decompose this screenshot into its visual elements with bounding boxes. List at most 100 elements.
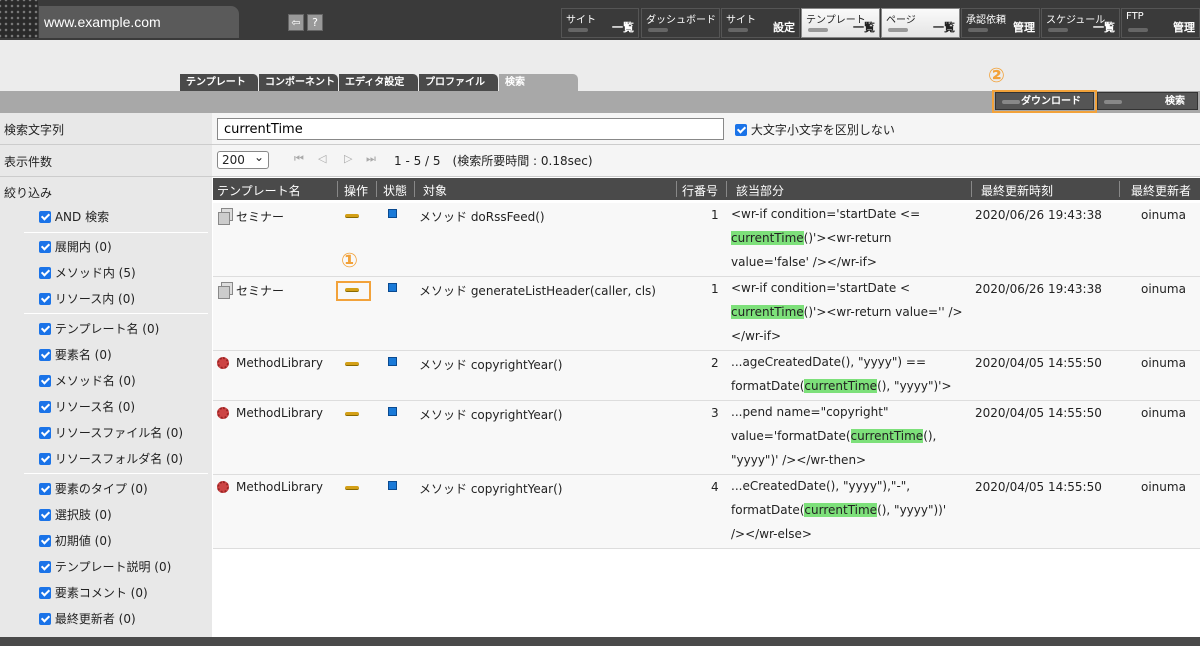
method-library-icon bbox=[217, 407, 229, 419]
th-operation: 操作 bbox=[344, 184, 369, 198]
status-icon bbox=[388, 481, 397, 490]
prev-page-icon[interactable]: ◁ bbox=[318, 152, 326, 165]
matched-part-line: value='formatDate(currentTime(), bbox=[731, 429, 937, 443]
download-highlight bbox=[992, 90, 1097, 113]
line-number: 3 bbox=[711, 406, 719, 420]
nav-template-list[interactable]: テンプレート 一覧 bbox=[801, 8, 880, 38]
template-name[interactable]: MethodLibrary bbox=[236, 356, 323, 370]
checkbox-checked-icon bbox=[735, 124, 747, 136]
template-page-icon bbox=[218, 282, 233, 299]
target: メソッド copyrightYear() bbox=[419, 408, 563, 422]
target: メソッド doRssFeed() bbox=[419, 210, 545, 224]
edit-operation-icon[interactable] bbox=[345, 362, 359, 366]
th-line-number[interactable]: 行番号 bbox=[682, 182, 718, 199]
status-icon bbox=[388, 357, 397, 366]
matched-part-line: currentTime()'><wr-return value='' /> bbox=[731, 305, 963, 319]
edit-operation-icon[interactable] bbox=[345, 214, 359, 218]
th-last-updater[interactable]: 最終更新者 bbox=[1131, 182, 1191, 199]
last-updated: 2020/06/26 19:43:38 bbox=[975, 208, 1102, 222]
search-button[interactable]: 検索 bbox=[1097, 92, 1198, 110]
nav-dashboard[interactable]: ダッシュボード bbox=[641, 8, 720, 38]
tab-template[interactable]: テンプレート bbox=[180, 74, 258, 91]
logo-grid-icon[interactable] bbox=[0, 0, 38, 38]
line-number: 4 bbox=[711, 480, 719, 494]
checkbox-checked-icon bbox=[39, 401, 51, 413]
matched-part-line: currentTime()'><wr-return bbox=[731, 231, 892, 245]
template-name[interactable]: セミナー bbox=[236, 282, 284, 299]
checkbox-checked-icon bbox=[39, 453, 51, 465]
matched-part-line: formatDate(currentTime(), "yyyy")'> bbox=[731, 379, 952, 393]
filter-item[interactable]: メソッド名 (0) bbox=[39, 372, 136, 389]
search-label: 検索文字列 bbox=[0, 113, 212, 144]
nav-site-settings[interactable]: サイト 設定 bbox=[721, 8, 800, 38]
filter-item[interactable]: リソース内 (0) bbox=[39, 290, 135, 307]
filter-item[interactable]: リソースファイル名 (0) bbox=[39, 424, 183, 441]
checkbox-checked-icon bbox=[39, 587, 51, 599]
table-row[interactable]: セミナー メソッド doRssFeed() 1 <wr-if condition='s… bbox=[213, 203, 1200, 277]
last-updater: oinuma bbox=[1141, 406, 1186, 420]
top-bar: www.example.com ⇦ ? サイト 一覧 ダッシュボード サイト 設… bbox=[0, 0, 1200, 40]
matched-part-line: <wr-if condition='startDate <= bbox=[731, 207, 921, 221]
th-last-updated[interactable]: 最終更新時刻 bbox=[981, 182, 1053, 199]
tab-search[interactable]: 検索 bbox=[499, 74, 578, 91]
checkbox-checked-icon bbox=[39, 483, 51, 495]
count-select[interactable]: 200 bbox=[217, 149, 269, 169]
footer-bar bbox=[0, 637, 1200, 646]
table-row[interactable]: MethodLibrary メソッド copyrightYear() 3 ...pen… bbox=[213, 401, 1200, 475]
edit-operation-icon[interactable] bbox=[345, 486, 359, 490]
matched-part-line: ...ageCreatedDate(), "yyyy") == bbox=[731, 355, 927, 369]
template-name[interactable]: MethodLibrary bbox=[236, 480, 323, 494]
nav-ftp[interactable]: FTP 管理 bbox=[1121, 8, 1200, 38]
filter-item[interactable]: テンプレート名 (0) bbox=[39, 320, 159, 337]
checkbox-checked-icon bbox=[39, 241, 51, 253]
template-name[interactable]: セミナー bbox=[236, 208, 284, 225]
matched-part-line: value='false' /></wr-if> bbox=[731, 255, 877, 269]
nav-site-list[interactable]: サイト 一覧 bbox=[561, 8, 639, 38]
count-label: 表示件数 bbox=[0, 145, 212, 176]
filter-item[interactable]: 要素のタイプ (0) bbox=[39, 480, 148, 497]
checkbox-checked-icon bbox=[39, 293, 51, 305]
first-page-icon[interactable]: ⏮ bbox=[294, 152, 304, 166]
template-name[interactable]: MethodLibrary bbox=[236, 406, 323, 420]
filter-title: 絞り込み bbox=[4, 186, 53, 200]
filter-item[interactable]: 選択肢 (0) bbox=[39, 506, 112, 523]
annotation-one: ① bbox=[341, 248, 358, 272]
nav-schedule[interactable]: スケジュール 一覧 bbox=[1041, 8, 1120, 38]
th-target[interactable]: 対象 bbox=[423, 182, 447, 199]
next-page-icon[interactable]: ▷ bbox=[344, 152, 352, 165]
filter-item[interactable]: 要素名 (0) bbox=[39, 346, 112, 363]
edit-operation-icon[interactable] bbox=[345, 412, 359, 416]
tab-editor-settings[interactable]: エディタ設定 bbox=[339, 74, 418, 91]
th-template-name[interactable]: テンプレート名 bbox=[217, 182, 301, 199]
back-icon[interactable]: ⇦ bbox=[288, 14, 304, 31]
filter-item[interactable]: リソースフォルダ名 (0) bbox=[39, 450, 183, 467]
nav-approval[interactable]: 承認依頼 管理 bbox=[961, 8, 1040, 38]
checkbox-checked-icon bbox=[39, 267, 51, 279]
filter-item[interactable]: AND 検索 bbox=[39, 208, 109, 225]
matched-part-line: /></wr-else> bbox=[731, 527, 812, 541]
nav-page-list[interactable]: ページ 一覧 bbox=[881, 8, 960, 38]
checkbox-checked-icon bbox=[39, 349, 51, 361]
target: メソッド copyrightYear() bbox=[419, 358, 563, 372]
tab-profile[interactable]: プロファイル bbox=[419, 74, 498, 91]
filter-item[interactable]: リソース名 (0) bbox=[39, 398, 135, 415]
filter-item[interactable]: 最終更新者 (0) bbox=[39, 610, 136, 627]
case-insensitive-checkbox[interactable]: 大文字小文字を区別しない bbox=[735, 121, 895, 138]
line-number: 2 bbox=[711, 356, 719, 370]
table-row[interactable]: MethodLibrary メソッド copyrightYear() 2 ...age… bbox=[213, 351, 1200, 401]
last-page-icon[interactable]: ⏭ bbox=[366, 152, 376, 166]
filter-item[interactable]: メソッド内 (5) bbox=[39, 264, 136, 281]
checkbox-checked-icon bbox=[39, 509, 51, 521]
tab-component[interactable]: コンポーネント bbox=[259, 74, 338, 91]
help-icon[interactable]: ? bbox=[307, 14, 323, 31]
last-updater: oinuma bbox=[1141, 480, 1186, 494]
filter-item[interactable]: 初期値 (0) bbox=[39, 532, 112, 549]
matched-part-line: formatDate(currentTime(), "yyyy"))' bbox=[731, 503, 947, 517]
table-row[interactable]: MethodLibrary メソッド copyrightYear() 4 ...eCr… bbox=[213, 475, 1200, 549]
filter-item[interactable]: 展開内 (0) bbox=[39, 238, 112, 255]
search-input[interactable] bbox=[217, 118, 724, 140]
filter-item[interactable]: テンプレート説明 (0) bbox=[39, 558, 171, 575]
filter-item[interactable]: 要素コメント (0) bbox=[39, 584, 148, 601]
checkbox-checked-icon bbox=[39, 211, 51, 223]
matched-part-line: "yyyy")' /></wr-then> bbox=[731, 453, 867, 467]
